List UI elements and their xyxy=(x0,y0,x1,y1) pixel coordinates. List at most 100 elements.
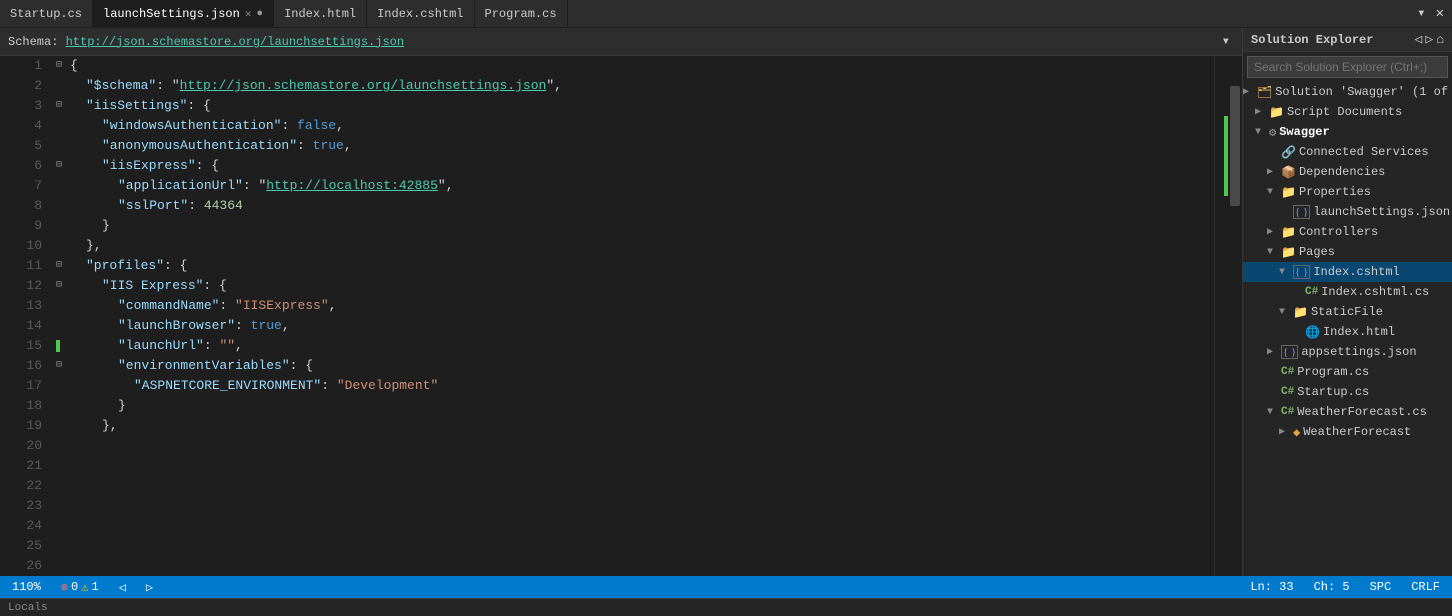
tree-item-properties[interactable]: ▼📁Properties xyxy=(1243,182,1452,202)
code-line-15[interactable]: ⊟"launchUrl": "", xyxy=(56,336,1214,356)
code-line-5[interactable]: ⊟"anonymousAuthentication": true, xyxy=(56,136,1214,156)
code-line-1[interactable]: ⊟{ xyxy=(56,56,1214,76)
se-icon-class: ◆ xyxy=(1293,425,1300,440)
se-search-input[interactable] xyxy=(1247,56,1448,78)
errors-count[interactable]: ⊗ 0 ⚠ 1 xyxy=(57,580,103,595)
tab-index-cshtml[interactable]: Index.cshtml xyxy=(367,0,474,27)
code-line-25[interactable]: ⊟ xyxy=(56,536,1214,556)
se-icon-html: 🌐 xyxy=(1305,325,1320,340)
code-line-18[interactable]: ⊟} xyxy=(56,396,1214,416)
tree-arrow[interactable]: ▼ xyxy=(1279,267,1293,278)
tree-arrow[interactable]: ▶ xyxy=(1267,166,1281,178)
tree-item-appsettings[interactable]: ▶{ }appsettings.json xyxy=(1243,342,1452,362)
code-line-17[interactable]: ⊟"ASPNETCORE_ENVIRONMENT": "Development" xyxy=(56,376,1214,396)
tab-close-all-button[interactable]: ✕ xyxy=(1432,3,1448,24)
tree-item-indexCshtml[interactable]: ▼{ }Index.cshtml xyxy=(1243,262,1452,282)
line-number[interactable]: Ln: 33 xyxy=(1246,580,1297,594)
tree-item-launchSettings[interactable]: { }launchSettings.json xyxy=(1243,202,1452,222)
code-line-16[interactable]: ⊟"environmentVariables": { xyxy=(56,356,1214,376)
se-btn-forward[interactable]: ▷ xyxy=(1425,32,1433,47)
col-number[interactable]: Ch: 5 xyxy=(1310,580,1354,594)
tab-launch-settings[interactable]: launchSettings.json ✕ ● xyxy=(93,0,274,27)
se-icon-cshtml: { } xyxy=(1293,265,1310,279)
tree-item-programCs[interactable]: C#Program.cs xyxy=(1243,362,1452,382)
code-line-14[interactable]: ⊟"launchBrowser": true, xyxy=(56,316,1214,336)
code-line-3[interactable]: ⊟"iisSettings": { xyxy=(56,96,1214,116)
editor-container: Schema: http://json.schemastore.org/laun… xyxy=(0,28,1242,576)
se-icon-cs: C# xyxy=(1281,366,1294,378)
se-icon-folder: 📁 xyxy=(1269,105,1284,120)
code-line-2[interactable]: ⊟"$schema": "http://json.schemastore.org… xyxy=(56,76,1214,96)
tree-item-indexHtml[interactable]: 🌐Index.html xyxy=(1243,322,1452,342)
tree-item-pages[interactable]: ▼📁Pages xyxy=(1243,242,1452,262)
tree-arrow[interactable]: ▶ xyxy=(1267,346,1281,358)
code-line-20[interactable]: ⊟ xyxy=(56,436,1214,456)
tree-arrow[interactable]: ▶ xyxy=(1279,426,1293,438)
tree-label: WeatherForecast.cs xyxy=(1297,405,1427,419)
nav-forward[interactable]: ▷ xyxy=(142,580,157,595)
tree-arrow[interactable]: ▼ xyxy=(1279,307,1293,318)
code-line-21[interactable]: ⊟ xyxy=(56,456,1214,476)
code-line-22[interactable]: ⊟ xyxy=(56,476,1214,496)
code-line-4[interactable]: ⊟"windowsAuthentication": false, xyxy=(56,116,1214,136)
code-line-23[interactable]: ⊟ xyxy=(56,496,1214,516)
line-ending[interactable]: CRLF xyxy=(1407,580,1444,594)
se-btn-back[interactable]: ◁ xyxy=(1415,32,1423,47)
se-header-actions: ◁ ▷ ⌂ xyxy=(1415,32,1444,47)
tree-label: Swagger xyxy=(1279,125,1329,139)
tree-item-indexCshtmlCs[interactable]: C#Index.cshtml.cs xyxy=(1243,282,1452,302)
tree-item-connected-services[interactable]: 🔗Connected Services xyxy=(1243,142,1452,162)
tab-startup[interactable]: Startup.cs xyxy=(0,0,93,27)
code-line-9[interactable]: ⊟} xyxy=(56,216,1214,236)
collapse-btn[interactable]: ⊟ xyxy=(56,96,68,116)
tree-arrow[interactable]: ▼ xyxy=(1267,187,1281,198)
tab-list-button[interactable]: ▾ xyxy=(1413,3,1429,24)
tree-item-startupCs[interactable]: C#Startup.cs xyxy=(1243,382,1452,402)
tree-arrow[interactable]: ▼ xyxy=(1267,247,1281,258)
tree-arrow[interactable]: ▼ xyxy=(1255,127,1269,138)
collapse-btn[interactable]: ⊟ xyxy=(56,356,68,376)
tree-arrow[interactable]: ▶ xyxy=(1243,86,1257,98)
collapse-btn[interactable]: ⊟ xyxy=(56,156,68,176)
code-line-8[interactable]: ⊟"sslPort": 44364 xyxy=(56,196,1214,216)
se-icon-cs: C# xyxy=(1281,406,1294,418)
tab-close-launchsettings[interactable]: ✕ xyxy=(245,7,252,21)
collapse-btn[interactable]: ⊟ xyxy=(56,276,68,296)
schema-expand-btn[interactable]: ▾ xyxy=(1218,31,1234,52)
code-line-13[interactable]: ⊟"commandName": "IISExpress", xyxy=(56,296,1214,316)
nav-back[interactable]: ◁ xyxy=(115,580,130,595)
se-icon-deps: 📦 xyxy=(1281,165,1296,180)
collapse-btn[interactable]: ⊟ xyxy=(56,56,68,76)
vertical-scrollbar[interactable] xyxy=(1228,56,1242,576)
code-area[interactable]: ⊟{⊟"$schema": "http://json.schemastore.o… xyxy=(50,56,1214,576)
code-line-7[interactable]: ⊟"applicationUrl": "http://localhost:428… xyxy=(56,176,1214,196)
tree-arrow[interactable]: ▶ xyxy=(1267,226,1281,238)
code-line-12[interactable]: ⊟"IIS Express": { xyxy=(56,276,1214,296)
tree-item-swagger[interactable]: ▼⚙Swagger xyxy=(1243,122,1452,142)
schema-url[interactable]: http://json.schemastore.org/launchsettin… xyxy=(66,35,404,49)
tree-item-staticFile[interactable]: ▼📁StaticFile xyxy=(1243,302,1452,322)
tree-item-script-docs[interactable]: ▶📁Script Documents xyxy=(1243,102,1452,122)
encoding[interactable]: SPC xyxy=(1366,580,1396,594)
tree-item-solution[interactable]: ▶🗂Solution 'Swagger' (1 of 1 project) xyxy=(1243,82,1452,102)
tree-arrow[interactable]: ▶ xyxy=(1255,106,1269,118)
collapse-btn[interactable]: ⊟ xyxy=(56,256,68,276)
code-line-26[interactable]: ⊟ xyxy=(56,556,1214,576)
se-icon-project: ⚙ xyxy=(1269,125,1276,140)
tab-program-cs[interactable]: Program.cs xyxy=(475,0,568,27)
tree-item-dependencies[interactable]: ▶📦Dependencies xyxy=(1243,162,1452,182)
tree-item-weatherForecast[interactable]: ▶◆WeatherForecast xyxy=(1243,422,1452,442)
code-line-6[interactable]: ⊟"iisExpress": { xyxy=(56,156,1214,176)
scrollbar-thumb[interactable] xyxy=(1230,86,1240,206)
tree-item-weatherForecastCs[interactable]: ▼C#WeatherForecast.cs xyxy=(1243,402,1452,422)
tab-index-html[interactable]: Index.html xyxy=(274,0,367,27)
tree-arrow[interactable]: ▼ xyxy=(1267,407,1281,418)
code-line-24[interactable]: ⊟ xyxy=(56,516,1214,536)
zoom-level[interactable]: 110% xyxy=(8,580,45,594)
tree-item-controllers[interactable]: ▶📁Controllers xyxy=(1243,222,1452,242)
se-btn-home[interactable]: ⌂ xyxy=(1436,32,1444,47)
warning-icon: ⚠ xyxy=(81,580,88,595)
code-line-19[interactable]: ⊟}, xyxy=(56,416,1214,436)
code-line-10[interactable]: ⊟}, xyxy=(56,236,1214,256)
code-line-11[interactable]: ⊟"profiles": { xyxy=(56,256,1214,276)
